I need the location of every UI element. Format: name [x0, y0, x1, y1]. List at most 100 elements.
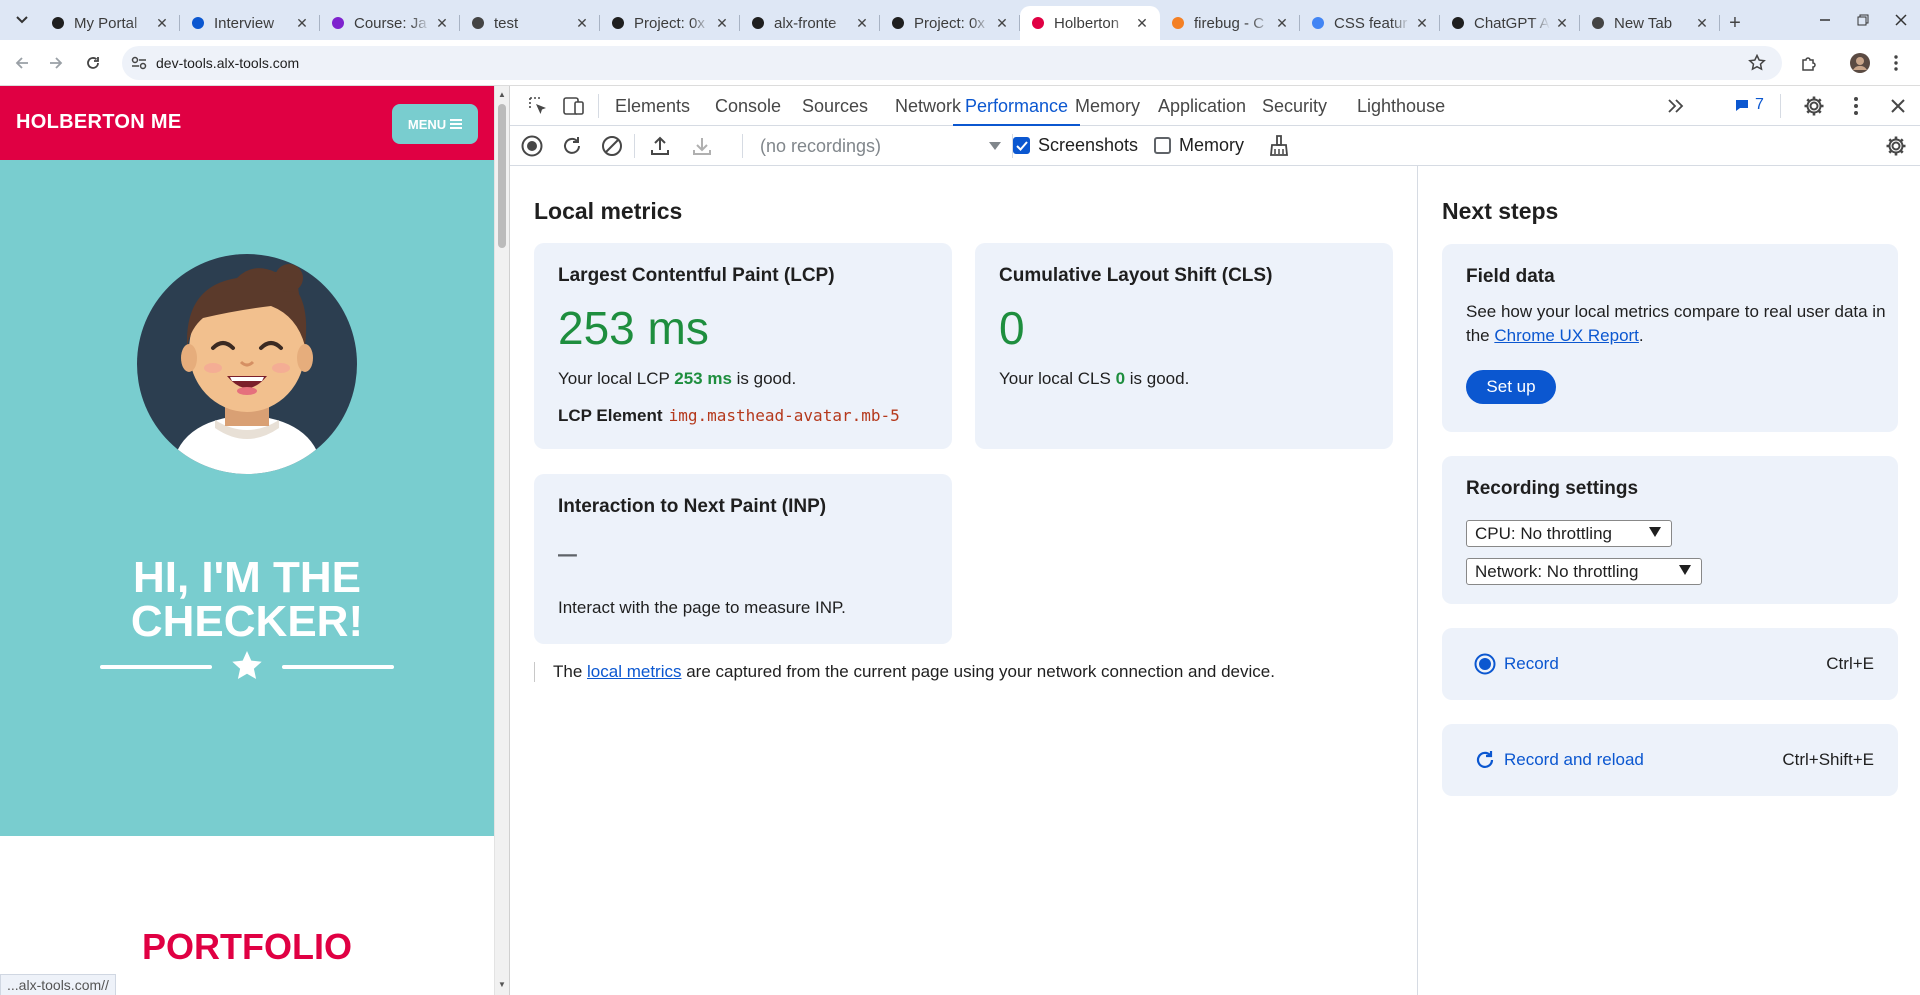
browser-tab[interactable]: ChatGPT A ✕ — [1440, 6, 1580, 40]
footnote-prefix: The — [553, 662, 588, 681]
tab-search-button[interactable] — [10, 8, 34, 32]
globe-icon — [470, 15, 486, 31]
more-tabs-button[interactable] — [1662, 92, 1690, 120]
arrow-right-icon — [50, 57, 63, 69]
restore-button[interactable] — [1844, 0, 1882, 40]
record-reload-action[interactable]: Record and reload — [1474, 749, 1644, 771]
lcp-desc-suffix: is good. — [731, 369, 797, 388]
caret-down-icon — [989, 142, 1001, 150]
address-bar[interactable]: dev-tools.alx-tools.com — [122, 46, 1782, 80]
reload-record-button[interactable] — [558, 132, 586, 160]
screenshots-checkbox[interactable]: Screenshots — [1013, 135, 1138, 156]
tab-separator — [1719, 15, 1720, 31]
close-tab-icon[interactable]: ✕ — [574, 15, 590, 31]
close-tab-icon[interactable]: ✕ — [1134, 15, 1150, 31]
site-brand[interactable]: HOLBERTON ME — [16, 111, 181, 134]
close-tab-icon[interactable]: ✕ — [854, 15, 870, 31]
network-throttling-select[interactable]: Network: No throttling — [1466, 558, 1702, 585]
close-window-button[interactable] — [1882, 0, 1920, 40]
browser-tab[interactable]: firebug - C ✕ — [1160, 6, 1300, 40]
browser-menu-button[interactable] — [1882, 49, 1910, 77]
close-tab-icon[interactable]: ✕ — [1694, 15, 1710, 31]
devtools-tab-console[interactable]: Console — [715, 86, 781, 126]
record-card[interactable]: Record Ctrl+E — [1442, 628, 1898, 700]
devtools-tab-performance[interactable]: Performance — [952, 86, 1081, 127]
devtools-tab-lighthouse[interactable]: Lighthouse — [1357, 86, 1445, 126]
browser-tab[interactable]: alx-fronte ✕ — [740, 6, 880, 40]
page-scrollbar[interactable]: ▲ ▼ — [494, 86, 509, 995]
close-tab-icon[interactable]: ✕ — [154, 15, 170, 31]
devtools-tab-sources[interactable]: Sources — [802, 86, 868, 126]
record-reload-card[interactable]: Record and reload Ctrl+Shift+E — [1442, 724, 1898, 796]
browser-tab[interactable]: Holberton ✕ — [1020, 6, 1160, 40]
close-tab-icon[interactable]: ✕ — [434, 15, 450, 31]
scrollbar-thumb[interactable] — [498, 104, 506, 248]
devtools-tab-application[interactable]: Application — [1158, 86, 1246, 126]
forward-button[interactable] — [42, 49, 70, 77]
reload-icon — [1476, 751, 1494, 768]
browser-tab[interactable]: Course: Ja ✕ — [320, 6, 460, 40]
cpu-throttling-select[interactable]: CPU: No throttling — [1466, 520, 1672, 547]
masthead: HI, I'M THE CHECKER! — [0, 160, 494, 836]
checkbox-checked-icon[interactable] — [1013, 137, 1030, 154]
scroll-down-icon[interactable]: ▼ — [498, 980, 506, 989]
clear-button[interactable] — [598, 132, 626, 160]
close-icon — [1891, 99, 1905, 113]
extensions-button[interactable] — [1795, 49, 1823, 77]
devtools-tab-elements[interactable]: Elements — [615, 86, 690, 126]
recordings-select[interactable]: (no recordings) — [760, 133, 1001, 159]
course-icon — [330, 15, 346, 31]
new-tab-button[interactable]: + — [1720, 6, 1750, 40]
devtools-menu-button[interactable] — [1842, 92, 1870, 120]
next-steps-sidebar: Next steps Field data See how your local… — [1417, 166, 1920, 995]
memory-checkbox[interactable]: Memory — [1154, 135, 1244, 156]
close-tab-icon[interactable]: ✕ — [1414, 15, 1430, 31]
close-tab-icon[interactable]: ✕ — [1274, 15, 1290, 31]
chrome-ux-report-link[interactable]: Chrome UX Report — [1494, 326, 1639, 345]
collect-garbage-button[interactable] — [1265, 132, 1293, 160]
close-tab-icon[interactable]: ✕ — [994, 15, 1010, 31]
browser-tab[interactable]: My Portal ✕ — [40, 6, 180, 40]
browser-tab[interactable]: Project: 0x ✕ — [880, 6, 1020, 40]
back-button[interactable] — [8, 49, 36, 77]
tab-title: Course: Ja — [354, 14, 427, 32]
browser-tab[interactable]: New Tab ✕ — [1580, 6, 1720, 40]
load-profile-button[interactable] — [646, 132, 674, 160]
browser-tab[interactable]: test ✕ — [460, 6, 600, 40]
capture-settings-button[interactable] — [1882, 132, 1910, 160]
hamburger-icon — [450, 119, 463, 129]
minimize-button[interactable] — [1806, 0, 1844, 40]
browser-tab[interactable]: Interview ✕ — [180, 6, 320, 40]
devtools-tab-network[interactable]: Network — [895, 86, 961, 126]
issues-counter[interactable]: 7 — [1735, 96, 1764, 114]
google-icon — [1310, 15, 1326, 31]
reload-button[interactable] — [79, 49, 107, 77]
site-menu-button[interactable]: MENU — [392, 104, 478, 144]
local-metrics-link[interactable]: local metrics — [587, 662, 681, 681]
close-tab-icon[interactable]: ✕ — [714, 15, 730, 31]
close-tab-icon[interactable]: ✕ — [294, 15, 310, 31]
record-button[interactable] — [518, 132, 546, 160]
lcp-element-link[interactable]: img.masthead-avatar.mb-5 — [669, 406, 900, 425]
scroll-up-icon[interactable]: ▲ — [498, 90, 506, 99]
browser-tab[interactable]: CSS featur ✕ — [1300, 6, 1440, 40]
devtools-tab-memory[interactable]: Memory — [1075, 86, 1140, 126]
close-devtools-button[interactable] — [1884, 92, 1912, 120]
minimize-icon — [1820, 19, 1830, 21]
record-action[interactable]: Record — [1474, 653, 1559, 675]
site-info-icon[interactable] — [128, 56, 150, 70]
set-up-button[interactable]: Set up — [1466, 370, 1556, 404]
inspect-element-button[interactable] — [524, 92, 552, 120]
bookmark-button[interactable] — [1743, 49, 1771, 77]
close-tab-icon[interactable]: ✕ — [1554, 15, 1570, 31]
url-text[interactable]: dev-tools.alx-tools.com — [156, 55, 299, 71]
devtools-settings-button[interactable] — [1800, 92, 1828, 120]
browser-tab[interactable]: Project: 0x ✕ — [600, 6, 740, 40]
star-icon — [232, 651, 262, 679]
save-profile-button[interactable] — [688, 132, 716, 160]
devtools-tab-security[interactable]: Security — [1262, 86, 1327, 126]
profile-avatar[interactable] — [1846, 49, 1874, 77]
device-toolbar-button[interactable] — [560, 92, 588, 120]
checkbox-unchecked-icon[interactable] — [1154, 137, 1171, 154]
network-throttling-value: Network: No throttling — [1475, 561, 1639, 581]
